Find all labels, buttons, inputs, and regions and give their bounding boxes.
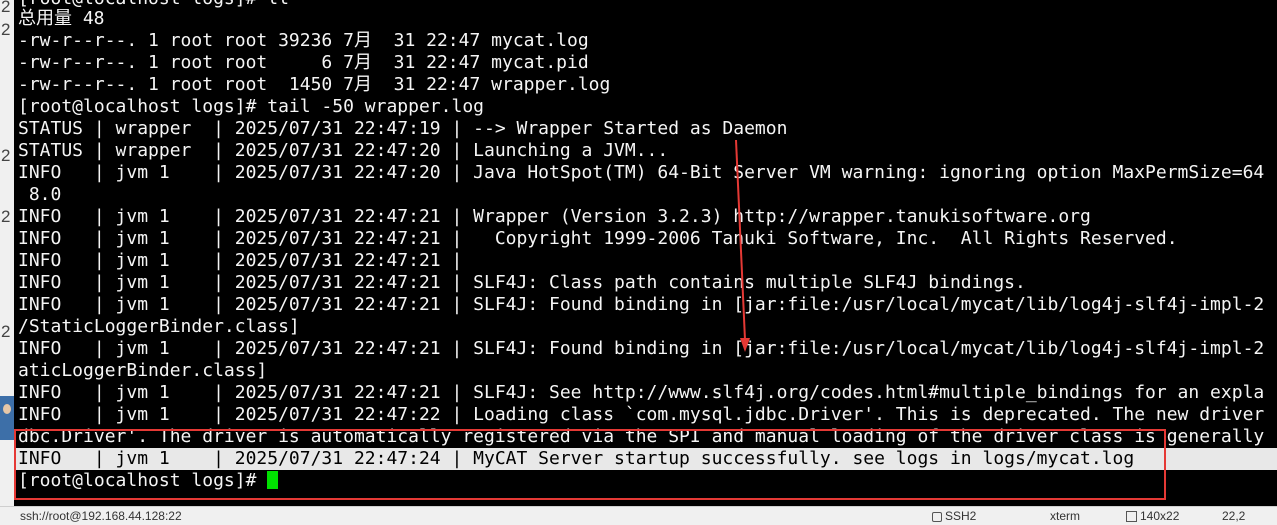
lock-icon (932, 511, 942, 522)
terminal-line: -rw-r--r--. 1 root root 6 7月 31 22:47 my… (18, 52, 589, 73)
avatar (0, 396, 14, 440)
prompt-text: [root@localhost logs]# (18, 470, 268, 491)
left-gutter: 2 2 2 2 2 (0, 0, 14, 524)
gutter-digit: 2 (1, 146, 11, 165)
terminal-line: STATUS | wrapper | 2025/07/31 22:47:20 |… (18, 140, 669, 161)
terminal-output[interactable]: [root@localhost logs]# ll 总用量 48 -rw-r--… (14, 0, 1277, 506)
gutter-digit: 2 (1, 0, 11, 16)
terminal-line: 总用量 48 (18, 8, 105, 29)
terminal-type: xterm (1050, 509, 1080, 523)
text-cursor (267, 471, 279, 489)
gutter-digit: 2 (1, 20, 11, 39)
terminal-line: INFO | jvm 1 | 2025/07/31 22:47:22 | Loa… (18, 404, 1265, 425)
resize-icon (1126, 511, 1137, 523)
terminal-line: INFO | jvm 1 | 2025/07/31 22:47:21 | (18, 250, 463, 271)
terminal-line-highlighted: INFO | jvm 1 | 2025/07/31 22:47:24 | MyC… (18, 448, 1135, 469)
cursor-position: 22,2 (1222, 509, 1246, 523)
terminal-line: INFO | jvm 1 | 2025/07/31 22:47:21 | Wra… (18, 206, 1091, 227)
terminal-line: INFO | jvm 1 | 2025/07/31 22:47:20 | Jav… (18, 162, 1265, 183)
terminal-line: 8.0 (18, 184, 62, 205)
terminal-line: INFO | jvm 1 | 2025/07/31 22:47:21 | SLF… (18, 338, 1265, 359)
terminal-line: INFO | jvm 1 | 2025/07/31 22:47:21 | SLF… (18, 294, 1265, 315)
terminal-line: [root@localhost logs]# tail -50 wrapper.… (18, 96, 484, 117)
terminal-line: /StaticLoggerBinder.class] (18, 316, 300, 337)
terminal-line: INFO | jvm 1 | 2025/07/31 22:47:21 | SLF… (18, 272, 1026, 293)
terminal-line: dbc.Driver'. The driver is automatically… (18, 426, 1265, 447)
terminal-line: INFO | jvm 1 | 2025/07/31 22:47:21 | SLF… (18, 382, 1265, 403)
terminal-line: STATUS | wrapper | 2025/07/31 22:47:19 |… (18, 118, 788, 139)
gutter-digit: 2 (1, 207, 11, 226)
terminal-line: -rw-r--r--. 1 root root 1450 7月 31 22:47… (18, 74, 611, 95)
terminal-line: INFO | jvm 1 | 2025/07/31 22:47:21 | Cop… (18, 228, 1178, 249)
terminal-size: 140x22 (1126, 509, 1179, 523)
terminal-line: aticLoggerBinder.class] (18, 360, 268, 381)
terminal-prompt-line[interactable]: [root@localhost logs]# (18, 470, 279, 492)
status-bar: ssh://root@192.168.44.128:22 SSH2 xterm … (0, 506, 1277, 525)
connection-string: ssh://root@192.168.44.128:22 (20, 509, 182, 523)
gutter-digit: 2 (1, 322, 11, 341)
protocol-indicator: SSH2 (932, 509, 976, 523)
terminal-line: -rw-r--r--. 1 root root 39236 7月 31 22:4… (18, 30, 589, 51)
